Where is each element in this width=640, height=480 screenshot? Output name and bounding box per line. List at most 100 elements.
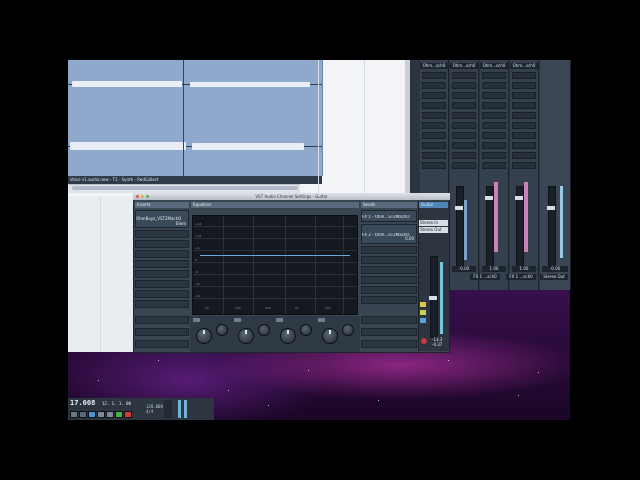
insert-slot[interactable]: [482, 112, 506, 119]
eq-band-1-gain-knob[interactable]: [196, 328, 212, 344]
insert-slot[interactable]: [452, 122, 476, 129]
insert-slot[interactable]: [512, 92, 536, 99]
eq-band-4-toggle[interactable]: [318, 318, 325, 322]
insert-slot[interactable]: [135, 290, 189, 298]
fader-cap[interactable]: [429, 296, 437, 300]
fader-cap[interactable]: [515, 196, 523, 200]
insert-slot[interactable]: [422, 152, 446, 159]
send-slot-2[interactable]: FX 2 - Ohm...ST2MachO 0.00: [361, 224, 417, 244]
minimize-button[interactable]: [141, 195, 144, 198]
insert-slot[interactable]: [452, 162, 476, 169]
stop-button[interactable]: [97, 411, 105, 418]
channel-header[interactable]: Guitar: [419, 202, 448, 208]
insert-slot[interactable]: [422, 162, 446, 169]
close-button[interactable]: [136, 195, 139, 198]
insert-slot[interactable]: [135, 280, 189, 288]
insert-slot[interactable]: [452, 132, 476, 139]
insert-slot[interactable]: [482, 102, 506, 109]
send-slot[interactable]: [361, 276, 417, 284]
insert-slot[interactable]: [135, 316, 189, 324]
send-slot[interactable]: [361, 328, 417, 336]
eq-band-2-gain-knob[interactable]: [238, 328, 254, 344]
insert-slot-1[interactable]: OhmBoyz_VST2MachO Elem: [135, 210, 189, 228]
insert-slot[interactable]: [512, 132, 536, 139]
insert-slot[interactable]: [135, 250, 189, 258]
fader-cap[interactable]: [547, 206, 555, 210]
insert-slot[interactable]: [512, 122, 536, 129]
insert-slot[interactable]: [422, 122, 446, 129]
insert-slot[interactable]: [452, 82, 476, 89]
insert-slot[interactable]: [135, 300, 189, 308]
insert-slot[interactable]: [512, 82, 536, 89]
insert-slot[interactable]: [422, 92, 446, 99]
read-button[interactable]: [420, 318, 426, 323]
insert-slot[interactable]: [452, 92, 476, 99]
insert-slot[interactable]: [452, 152, 476, 159]
insert-slot[interactable]: [482, 82, 506, 89]
insert-slot[interactable]: [422, 72, 446, 79]
eq-band-2-toggle[interactable]: [234, 318, 241, 322]
send-slot[interactable]: [361, 266, 417, 274]
insert-slot[interactable]: [452, 102, 476, 109]
loop-button[interactable]: [88, 411, 96, 418]
fader-cap[interactable]: [455, 206, 463, 210]
insert-slot[interactable]: [422, 132, 446, 139]
record-enable-button[interactable]: [421, 338, 427, 344]
zoom-button[interactable]: [146, 195, 149, 198]
master-fader[interactable]: [548, 186, 556, 268]
send-slot[interactable]: [361, 296, 417, 304]
fader-cap[interactable]: [485, 196, 493, 200]
insert-slot[interactable]: [482, 152, 506, 159]
eq-band-4-gain-knob[interactable]: [322, 328, 338, 344]
eq-band-3-gain-knob[interactable]: [280, 328, 296, 344]
insert-slot[interactable]: [422, 102, 446, 109]
send-slot[interactable]: [361, 256, 417, 264]
insert-slot[interactable]: [452, 72, 476, 79]
cycle-button[interactable]: [70, 411, 78, 418]
insert-slot[interactable]: [135, 270, 189, 278]
project-cursor[interactable]: [183, 60, 184, 176]
eq-curve[interactable]: [200, 255, 350, 256]
solo-button[interactable]: [420, 302, 426, 307]
inserts-header[interactable]: Inserts: [135, 202, 189, 208]
insert-slot[interactable]: [482, 122, 506, 129]
insert-slot[interactable]: [512, 72, 536, 79]
send-slot[interactable]: [361, 246, 417, 254]
insert-slot[interactable]: [422, 82, 446, 89]
send-slot-1[interactable]: FX 1 - Ohm...ST2MachO: [361, 210, 417, 222]
rewind-button[interactable]: [79, 411, 87, 418]
channel-fader[interactable]: [456, 186, 464, 268]
insert-slot[interactable]: [512, 102, 536, 109]
record-button[interactable]: [124, 411, 132, 418]
play-button[interactable]: [115, 411, 123, 418]
forward-button[interactable]: [106, 411, 114, 418]
scrollbar-thumb[interactable]: [72, 186, 298, 190]
insert-slot[interactable]: [135, 230, 189, 238]
insert-slot[interactable]: [512, 142, 536, 149]
insert-slot[interactable]: [482, 162, 506, 169]
insert-slot[interactable]: [452, 112, 476, 119]
send-slot[interactable]: [361, 286, 417, 294]
input-routing-dropdown[interactable]: Stereo In: [419, 220, 448, 226]
window-title[interactable]: VST Audio Channel Settings - Guitar: [133, 193, 450, 200]
eq-band-2-freq-knob[interactable]: [258, 324, 270, 336]
sends-header[interactable]: Sends: [361, 202, 417, 208]
insert-slot[interactable]: [482, 72, 506, 79]
track-area[interactable]: [68, 196, 134, 352]
insert-slot[interactable]: [512, 162, 536, 169]
eq-curve-display[interactable]: +24 +12 +6 0 -6 -12 -24 20 100 500 2k 10…: [192, 215, 358, 315]
signature-display[interactable]: 4/4: [146, 409, 153, 414]
insert-slot[interactable]: [422, 142, 446, 149]
eq-band-1-freq-knob[interactable]: [216, 324, 228, 336]
output-routing-dropdown[interactable]: Stereo Out: [419, 227, 448, 233]
insert-slot[interactable]: [422, 112, 446, 119]
insert-slot[interactable]: [512, 152, 536, 159]
insert-slot[interactable]: [135, 240, 189, 248]
insert-slot[interactable]: [512, 112, 536, 119]
send-slot[interactable]: [361, 340, 417, 348]
insert-slot[interactable]: [482, 142, 506, 149]
insert-slot[interactable]: [482, 132, 506, 139]
eq-band-4-freq-knob[interactable]: [342, 324, 354, 336]
insert-slot[interactable]: [482, 92, 506, 99]
audio-event[interactable]: [68, 60, 323, 176]
